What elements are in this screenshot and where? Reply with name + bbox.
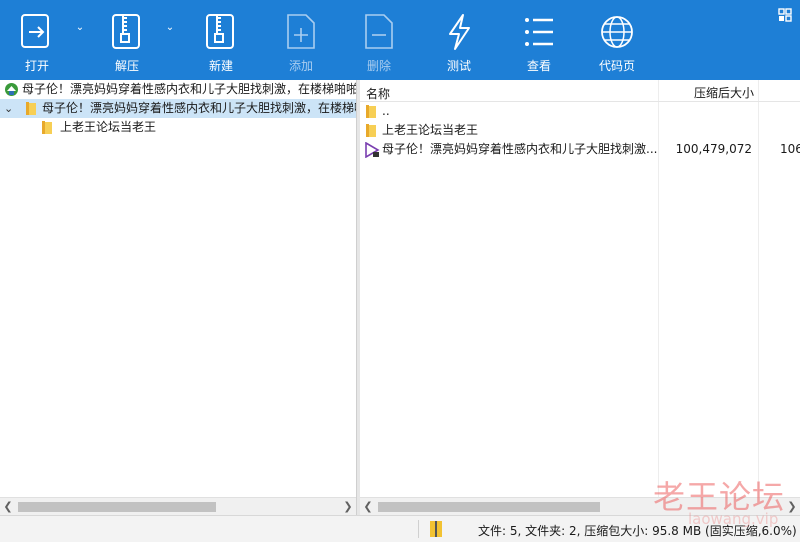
folder-icon [26,102,37,115]
layout-grid-icon[interactable] [778,8,792,22]
lightning-icon [449,14,470,50]
delete-button[interactable]: 删除 [348,0,410,80]
scroll-left-icon[interactable]: ❮ [360,498,376,515]
open-icon [21,14,49,48]
view-label: 查看 [526,59,551,73]
folder-icon [366,124,377,137]
list-item-name: .. [382,104,390,118]
archive-status-icon [430,521,442,537]
scroll-thumb[interactable] [18,502,216,512]
file-list: 名称 ˆ 压缩后大小 .. 上老王论坛当老王 母子伦！漂亮妈妈穿着性感内衣和儿子… [360,80,800,515]
new-label: 新建 [208,59,233,73]
status-separator [418,520,419,538]
scroll-right-icon[interactable]: ❯ [784,498,800,515]
folder-tree: 母子伦！漂亮妈妈穿着性感内衣和儿子大胆找刺激，在楼梯啪啪 ⌄ 母子伦！漂亮妈妈穿… [0,80,356,515]
delete-label: 删除 [366,59,391,73]
list-item-packed-size: 100,479,072 [675,142,752,156]
extract-label: 解压 [114,59,139,73]
list-view-icon [525,18,553,46]
tree-item-child[interactable]: 上老王论坛当老王 [0,118,356,137]
tree-root[interactable]: 母子伦！漂亮妈妈穿着性感内衣和儿子大胆找刺激，在楼梯啪啪 [0,80,356,99]
view-button[interactable]: 查看 [508,0,570,80]
list-item-name: 上老王论坛当老王 [382,123,479,137]
folder-icon [42,121,53,134]
folder-icon [366,105,377,118]
add-icon [287,14,315,49]
test-button[interactable]: 测试 [428,0,490,80]
extract-button[interactable]: 解压 [96,0,158,80]
new-button[interactable]: 新建 [190,0,252,80]
video-file-icon [365,142,380,158]
archive-file-icon [5,83,18,96]
toolbar: 打开 ⌄ 解压 ⌄ 新建 添加 删除 测试 查看 代码页 [0,0,800,80]
list-item-size: 106 [780,142,800,156]
list-item-name: 母子伦！漂亮妈妈穿着性感内衣和儿子大胆找刺激... [382,142,658,156]
column-name[interactable]: 名称 [366,85,390,102]
scroll-thumb[interactable] [378,502,600,512]
zip-extract-icon [112,14,140,49]
column-packed-size[interactable]: 压缩后大小 [694,84,754,101]
extract-dropdown-icon[interactable]: ⌄ [164,22,176,34]
tree-item-folder[interactable]: ⌄ 母子伦！漂亮妈妈穿着性感内衣和儿子大胆找刺激，在楼梯啪 [0,99,356,118]
codepage-label: 代码页 [598,59,635,73]
globe-icon [601,16,633,48]
list-header: 名称 ˆ 压缩后大小 [360,80,800,102]
add-button[interactable]: 添加 [270,0,332,80]
open-button[interactable]: 打开 [6,0,68,80]
open-label: 打开 [24,59,49,73]
tree-child-label: 上老王论坛当老王 [60,120,157,134]
test-label: 测试 [446,59,471,73]
left-horizontal-scrollbar[interactable]: ❮ ❯ [0,497,356,515]
scroll-left-icon[interactable]: ❮ [0,498,16,515]
status-bar: 文件: 5, 文件夹: 2, 压缩包大小: 95.8 MB (固实压缩,6.0%… [0,515,800,542]
new-archive-icon [206,14,234,49]
open-dropdown-icon[interactable]: ⌄ [74,22,86,34]
tree-folder-label: 母子伦！漂亮妈妈穿着性感内衣和儿子大胆找刺激，在楼梯啪 [42,101,356,115]
list-item[interactable]: 母子伦！漂亮妈妈穿着性感内衣和儿子大胆找刺激... 100,479,072 10… [360,140,800,159]
list-item[interactable]: 上老王论坛当老王 [360,121,800,140]
codepage-button[interactable]: 代码页 [586,0,648,80]
watermark-url: laowang.vip [688,510,779,528]
add-label: 添加 [288,59,313,73]
delete-icon [365,14,393,49]
tree-root-label: 母子伦！漂亮妈妈穿着性感内衣和儿子大胆找刺激，在楼梯啪啪 [22,82,356,96]
scroll-right-icon[interactable]: ❯ [340,498,356,515]
chevron-down-icon[interactable]: ⌄ [4,99,13,118]
list-item[interactable]: .. [360,102,800,121]
sort-asc-icon: ˆ [504,80,509,89]
